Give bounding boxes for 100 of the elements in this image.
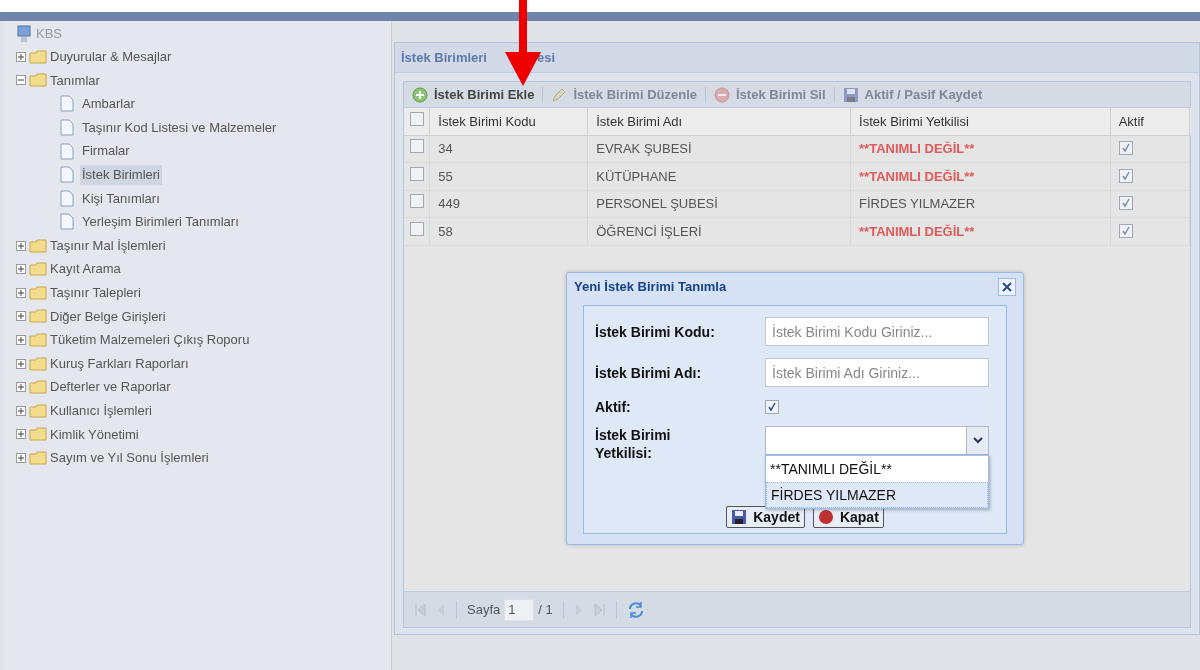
folder-icon (29, 49, 47, 64)
tree-folder-label[interactable]: Kimlik Yönetimi (50, 424, 139, 445)
expand-icon[interactable] (16, 358, 26, 369)
page-number-field[interactable]: 1 (504, 598, 535, 621)
checkbox[interactable] (409, 221, 424, 236)
document-icon (60, 166, 74, 184)
tree-folder-label[interactable]: Taşınır Talepleri (50, 283, 141, 303)
folder-icon (29, 380, 47, 395)
chevron-down-icon (972, 437, 983, 444)
dialog-button[interactable]: Kaydet (726, 506, 805, 528)
checkbox[interactable] (765, 400, 779, 414)
table-cell: **TANIMLI DEĞİL** (850, 217, 1111, 245)
expand-icon[interactable] (16, 264, 26, 275)
field-label: İstek Birimi Kodu: (595, 323, 716, 340)
text-field[interactable]: İstek Birimi Kodu Giriniz... (765, 317, 989, 346)
tree-folder-label[interactable]: Defterler ve Raporlar (50, 377, 171, 397)
expand-icon[interactable] (16, 405, 26, 416)
checkbox[interactable] (409, 139, 424, 153)
tree-folder-label[interactable]: Tanımlar (50, 70, 100, 91)
table-cell: PERSONEL ŞUBESİ (587, 190, 851, 218)
computer-icon (16, 25, 32, 43)
folder-icon (29, 356, 47, 371)
expand-icon[interactable] (16, 287, 26, 298)
refresh-icon[interactable] (626, 600, 645, 619)
tree-folder-label[interactable]: Kuruş Farkları Raporları (50, 353, 189, 374)
column-header[interactable]: İstek Birimi Kodu (429, 108, 588, 135)
tree-item[interactable]: Kişi Tanımları (80, 188, 162, 209)
expand-icon[interactable] (16, 334, 26, 345)
dropdown-option[interactable]: FİRDES YILMAZER (766, 482, 988, 508)
collapse-icon[interactable] (16, 75, 26, 86)
expand-icon[interactable] (16, 51, 26, 62)
checkbox[interactable] (1118, 196, 1133, 210)
expand-icon[interactable] (16, 429, 26, 440)
expand-icon[interactable] (16, 311, 26, 322)
table-cell: **TANIMLI DEĞİL** (850, 135, 1111, 163)
stop-icon (817, 509, 834, 525)
tree-item[interactable]: Ambarlar (80, 94, 137, 114)
tree-folder-label[interactable]: Kayıt Arama (50, 259, 121, 279)
plus-circle-icon (412, 86, 428, 103)
tree-item[interactable]: Firmalar (80, 141, 132, 161)
checkbox[interactable] (409, 194, 424, 208)
tree-folder-label[interactable]: Diğer Belge Girişleri (50, 306, 166, 327)
pencil-icon (551, 86, 568, 103)
table-cell: FİRDES YILMAZER (850, 190, 1111, 218)
tree-folder-label[interactable]: Duyurular & Mesajlar (50, 47, 172, 67)
page-total: / 1 (538, 600, 553, 619)
document-icon (60, 95, 74, 113)
checkbox[interactable] (1118, 141, 1133, 155)
table-cell: 58 (429, 217, 588, 245)
folder-icon (29, 427, 47, 442)
minus-circle-icon (714, 86, 730, 103)
field-label: Aktif: (595, 399, 632, 415)
folder-icon (29, 450, 47, 465)
checkbox[interactable] (409, 111, 424, 126)
tree-item[interactable]: İstek Birimleri (80, 165, 162, 185)
checkbox[interactable] (409, 166, 424, 181)
tree-folder-label[interactable]: Kullanıcı İşlemleri (50, 400, 152, 421)
tree-item[interactable]: Yerleşim Birimleri Tanımları (80, 212, 241, 232)
tree-folder-label[interactable]: Tüketim Malzemeleri Çıkış Roporu (50, 330, 250, 350)
expand-icon[interactable] (16, 452, 26, 463)
table-cell: KÜTÜPHANE (587, 162, 851, 190)
folder-icon (29, 403, 47, 418)
column-header[interactable]: İstek Birimi Yetkilisi (850, 108, 1111, 135)
folder-icon (29, 262, 47, 277)
checkbox[interactable] (1118, 223, 1133, 238)
dropdown-button[interactable] (966, 427, 988, 454)
column-header[interactable]: Aktif (1110, 108, 1190, 135)
folder-icon (29, 309, 47, 324)
close-icon (1002, 282, 1012, 292)
table-cell: 34 (429, 135, 588, 163)
expand-icon[interactable] (16, 240, 26, 251)
toolbar-button[interactable]: İstek Birimi Ekle (410, 84, 537, 105)
document-icon (60, 119, 74, 137)
field-label: İstek Birimi Adı: (595, 364, 703, 381)
column-header[interactable]: İstek Birimi Adı (587, 108, 851, 135)
tree-folder-label[interactable]: Taşınır Mal İşlemleri (50, 235, 166, 256)
close-button[interactable] (998, 278, 1016, 296)
document-icon (60, 213, 74, 231)
document-icon (60, 189, 74, 207)
table-cell: 449 (429, 190, 588, 218)
panel-title: İstek Birimleri (401, 48, 487, 67)
folder-icon (29, 332, 47, 347)
select-field[interactable] (765, 426, 989, 455)
dialog-title: Yeni İstek Birimi Tanımla (574, 278, 727, 297)
expand-icon[interactable] (16, 382, 26, 393)
tree-folder-label[interactable]: Sayım ve Yıl Sonu İşlemleri (50, 448, 209, 468)
field-label: İstek Birimi Yetkilisi: (595, 426, 672, 462)
panel-title: esi (537, 48, 556, 67)
table-cell: **TANIMLI DEĞİL** (850, 162, 1111, 190)
table-cell: EVRAK ŞUBESİ (587, 135, 851, 163)
dropdown-option[interactable]: **TANIMLI DEĞİL** (766, 456, 988, 482)
page-label: Sayfa (467, 600, 501, 619)
checkbox[interactable] (1118, 168, 1133, 183)
document-icon (60, 142, 74, 160)
table-cell: ÖĞRENCİ İŞLERİ (587, 217, 851, 245)
tree-item[interactable]: Taşınır Kod Listesi ve Malzemeler (80, 117, 279, 138)
folder-icon (29, 238, 47, 253)
folder-icon (29, 285, 47, 300)
text-field[interactable]: İstek Birimi Adı Giriniz... (765, 358, 989, 387)
folder-icon (29, 73, 47, 88)
